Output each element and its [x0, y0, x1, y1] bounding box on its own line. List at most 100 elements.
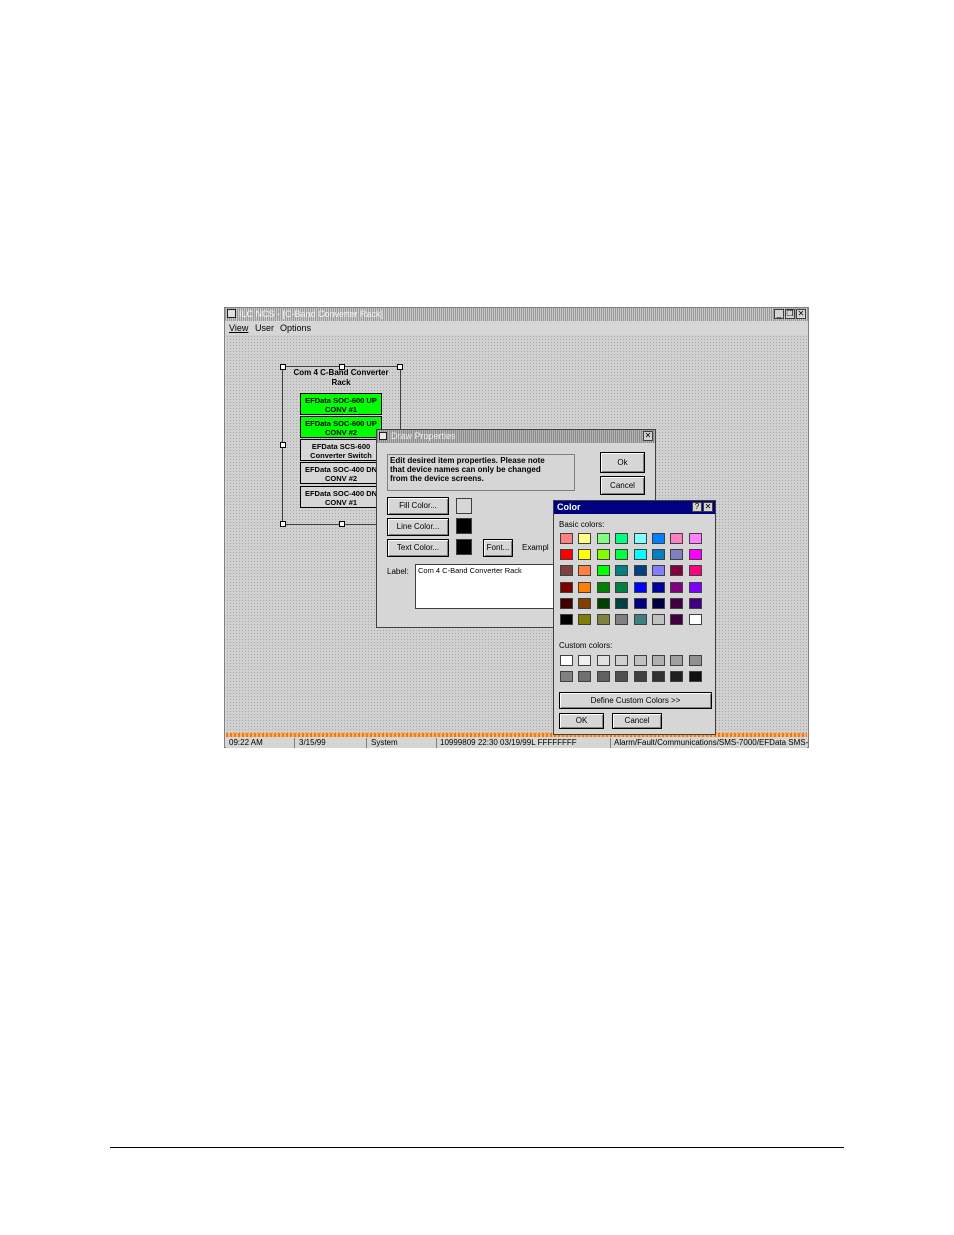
basic-color-swatch[interactable]	[615, 581, 629, 593]
basic-color-swatch[interactable]	[560, 614, 573, 625]
basic-color-swatch[interactable]	[615, 614, 629, 625]
basic-color-swatch[interactable]	[670, 565, 684, 577]
basic-color-swatch[interactable]	[652, 533, 665, 544]
restore-button[interactable]: ❐	[785, 309, 795, 319]
status-date: 3/15/99	[299, 738, 326, 747]
custom-color-swatch[interactable]	[615, 655, 629, 666]
basic-color-swatch[interactable]	[688, 614, 702, 625]
help-button[interactable]: ?	[692, 502, 702, 512]
basic-color-swatch[interactable]	[578, 549, 592, 561]
basic-color-swatch[interactable]	[688, 581, 702, 593]
font-button[interactable]: Font...	[483, 539, 513, 557]
color-dialog-titlebar[interactable]: Color ? ✕	[554, 501, 715, 514]
menu-user[interactable]: User	[255, 323, 274, 333]
basic-color-swatch[interactable]	[596, 597, 610, 609]
label-caption: Label:	[387, 567, 409, 576]
basic-color-swatch[interactable]	[688, 533, 702, 544]
text-color-button[interactable]: Text Color...	[387, 539, 449, 557]
status-time: 09:22 AM	[229, 738, 263, 747]
device-dn-conv-2[interactable]: EFData SOC-400 DN CONV #2	[300, 462, 382, 484]
basic-color-swatch[interactable]	[670, 549, 684, 561]
ok-button[interactable]: Ok	[600, 452, 645, 473]
custom-color-swatch[interactable]	[560, 671, 573, 683]
basic-color-swatch[interactable]	[652, 614, 665, 625]
device-dn-conv-1[interactable]: EFData SOC-400 DN CONV #1	[300, 486, 382, 508]
custom-color-swatch[interactable]	[670, 671, 684, 683]
menu-bar: View User Options	[225, 322, 808, 334]
basic-color-swatch[interactable]	[670, 533, 684, 544]
selection-handle[interactable]	[280, 521, 286, 527]
custom-color-swatch[interactable]	[615, 671, 629, 683]
basic-color-swatch[interactable]	[688, 565, 702, 577]
basic-color-swatch[interactable]	[578, 533, 592, 544]
basic-color-swatch[interactable]	[652, 565, 665, 577]
custom-color-swatch[interactable]	[633, 655, 647, 666]
title-bar[interactable]: ILC NCS - [C-Band Converter Rack] _ ❐ ✕	[225, 308, 808, 321]
basic-color-swatch[interactable]	[633, 597, 647, 609]
basic-color-swatch[interactable]	[652, 581, 665, 593]
status-separator	[436, 738, 437, 748]
basic-color-swatch[interactable]	[596, 565, 610, 577]
basic-color-swatch[interactable]	[578, 597, 592, 609]
status-separator	[366, 738, 367, 748]
custom-color-swatch[interactable]	[652, 671, 665, 683]
custom-color-swatch[interactable]	[670, 655, 684, 666]
basic-color-swatch[interactable]	[615, 533, 629, 544]
basic-color-swatch[interactable]	[578, 581, 592, 593]
color-cancel-button[interactable]: Cancel	[612, 713, 662, 729]
device-up-conv-2[interactable]: EFData SOC-600 UP CONV #2	[300, 416, 382, 438]
draw-properties-close-button[interactable]: ✕	[643, 431, 653, 441]
basic-color-swatch[interactable]	[560, 581, 573, 593]
custom-color-swatch[interactable]	[596, 655, 610, 666]
menu-options[interactable]: Options	[280, 323, 311, 333]
basic-color-swatch[interactable]	[560, 597, 573, 609]
line-color-button[interactable]: Line Color...	[387, 518, 449, 536]
selection-handle[interactable]	[280, 442, 286, 448]
basic-color-swatch[interactable]	[615, 549, 629, 561]
basic-color-swatch[interactable]	[633, 614, 647, 625]
basic-color-swatch[interactable]	[670, 581, 684, 593]
basic-color-swatch[interactable]	[596, 614, 610, 625]
custom-color-swatch[interactable]	[688, 671, 702, 683]
custom-color-swatch[interactable]	[633, 671, 647, 683]
basic-color-swatch[interactable]	[688, 597, 702, 609]
color-dialog-close-button[interactable]: ✕	[703, 502, 713, 512]
fill-color-button[interactable]: Fill Color...	[387, 497, 449, 515]
basic-color-swatch[interactable]	[560, 533, 573, 544]
custom-color-swatch[interactable]	[652, 655, 665, 666]
custom-color-swatch[interactable]	[596, 671, 610, 683]
selection-handle[interactable]	[339, 521, 345, 527]
label-input[interactable]: Com 4 C-Band Converter Rack	[415, 564, 555, 609]
basic-color-swatch[interactable]	[578, 565, 592, 577]
menu-view[interactable]: View	[229, 323, 248, 333]
custom-color-swatch[interactable]	[578, 655, 592, 666]
define-custom-colors-button[interactable]: Define Custom Colors >>	[559, 692, 712, 709]
basic-color-swatch[interactable]	[615, 565, 629, 577]
device-converter-switch[interactable]: EFData SCS-600 Converter Switch	[300, 439, 382, 461]
basic-color-swatch[interactable]	[670, 614, 684, 625]
custom-color-swatch[interactable]	[578, 671, 592, 683]
basic-color-swatch[interactable]	[596, 549, 610, 561]
basic-color-swatch[interactable]	[560, 565, 573, 577]
basic-color-swatch[interactable]	[615, 597, 629, 609]
basic-color-swatch[interactable]	[633, 581, 647, 593]
device-up-conv-1[interactable]: EFData SOC-600 UP CONV #1	[300, 393, 382, 415]
cancel-button[interactable]: Cancel	[600, 476, 645, 495]
basic-color-swatch[interactable]	[652, 597, 665, 609]
basic-color-swatch[interactable]	[633, 549, 647, 561]
color-ok-button[interactable]: OK	[559, 713, 604, 729]
basic-color-swatch[interactable]	[578, 614, 592, 625]
draw-properties-titlebar[interactable]: Draw Properties ✕	[377, 430, 655, 443]
minimize-button[interactable]: _	[774, 309, 784, 319]
basic-color-swatch[interactable]	[560, 549, 573, 561]
basic-color-swatch[interactable]	[596, 533, 610, 544]
basic-color-swatch[interactable]	[652, 549, 665, 561]
custom-color-swatch[interactable]	[688, 655, 702, 666]
basic-color-swatch[interactable]	[688, 549, 702, 561]
basic-color-swatch[interactable]	[596, 581, 610, 593]
basic-color-swatch[interactable]	[670, 597, 684, 609]
basic-color-swatch[interactable]	[633, 565, 647, 577]
close-button[interactable]: ✕	[796, 309, 806, 319]
custom-color-swatch[interactable]	[560, 655, 573, 666]
basic-color-swatch[interactable]	[633, 533, 647, 544]
